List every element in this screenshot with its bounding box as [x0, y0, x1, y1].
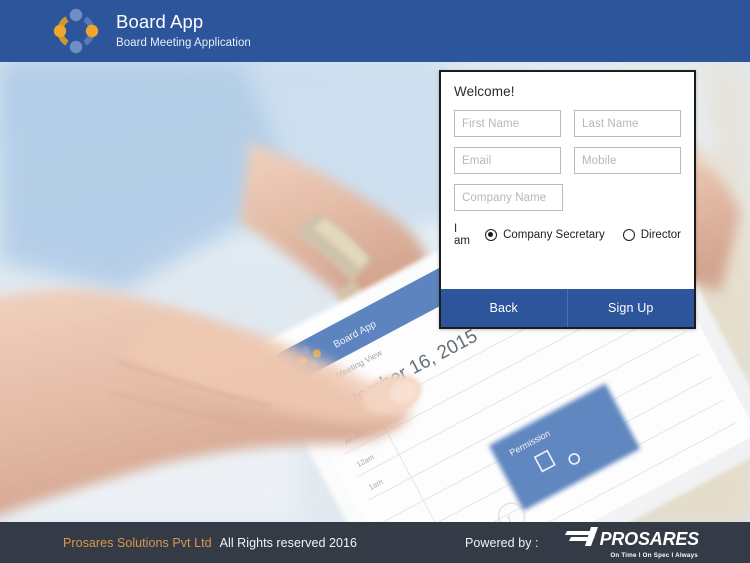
card-action-bar: Back Sign Up	[441, 289, 694, 327]
signup-button[interactable]: Sign Up	[568, 289, 695, 327]
mobile-input[interactable]: Mobile	[574, 147, 681, 174]
app-footer: Prosares Solutions Pvt Ltd All Rights re…	[0, 522, 750, 563]
role-label: I am	[454, 223, 470, 247]
first-name-input[interactable]: First Name	[454, 110, 561, 137]
footer-powered-by: Powered by :	[465, 535, 539, 550]
role-option-director-label: Director	[640, 229, 681, 241]
prosares-wordmark: PROSARES	[599, 528, 700, 549]
footer-company-name: Prosares Solutions Pvt Ltd	[63, 535, 212, 550]
contact-row: Email Mobile	[454, 147, 681, 174]
email-input[interactable]: Email	[454, 147, 561, 174]
header-title-block: Board App Board Meeting Application	[116, 11, 251, 51]
app-subtitle: Board Meeting Application	[116, 37, 251, 49]
name-row: First Name Last Name	[454, 110, 681, 137]
back-button[interactable]: Back	[441, 289, 568, 327]
prosares-bars-icon	[564, 526, 599, 551]
role-option-company-secretary[interactable]: Company Secretary	[485, 229, 605, 241]
role-selector: I am Company Secretary Director	[454, 223, 681, 247]
radio-checked-icon[interactable]	[485, 229, 498, 241]
mobile-placeholder: Mobile	[582, 154, 617, 167]
app-root: Board App Board Meeting Application Boar…	[0, 0, 750, 563]
email-placeholder: Email	[462, 154, 492, 167]
prosares-tagline: On Time I On Spec I Always	[610, 551, 698, 559]
footer-rights: All Rights reserved 2016	[219, 535, 357, 550]
prosares-logo: PROSARES On Time I On Spec I Always	[564, 526, 700, 559]
first-name-placeholder: First Name	[462, 117, 520, 130]
signup-card-body: Welcome! First Name Last Name Email Mobi…	[441, 72, 694, 289]
company-row: Company Name	[454, 184, 681, 211]
signup-card: Welcome! First Name Last Name Email Mobi…	[439, 70, 696, 329]
app-title: Board App	[116, 11, 204, 32]
role-option-director[interactable]: Director	[622, 229, 681, 241]
board-app-network-logo-icon	[50, 7, 102, 55]
welcome-heading: Welcome!	[454, 84, 515, 99]
last-name-placeholder: Last Name	[582, 117, 639, 130]
company-name-input[interactable]: Company Name	[454, 184, 563, 211]
company-name-placeholder: Company Name	[462, 191, 547, 204]
last-name-input[interactable]: Last Name	[574, 110, 681, 137]
prosares-logo-top: PROSARES	[564, 526, 700, 551]
app-header: Board App Board Meeting Application	[0, 0, 750, 62]
role-option-company-secretary-label: Company Secretary	[503, 229, 605, 241]
radio-unchecked-icon[interactable]	[622, 229, 635, 241]
